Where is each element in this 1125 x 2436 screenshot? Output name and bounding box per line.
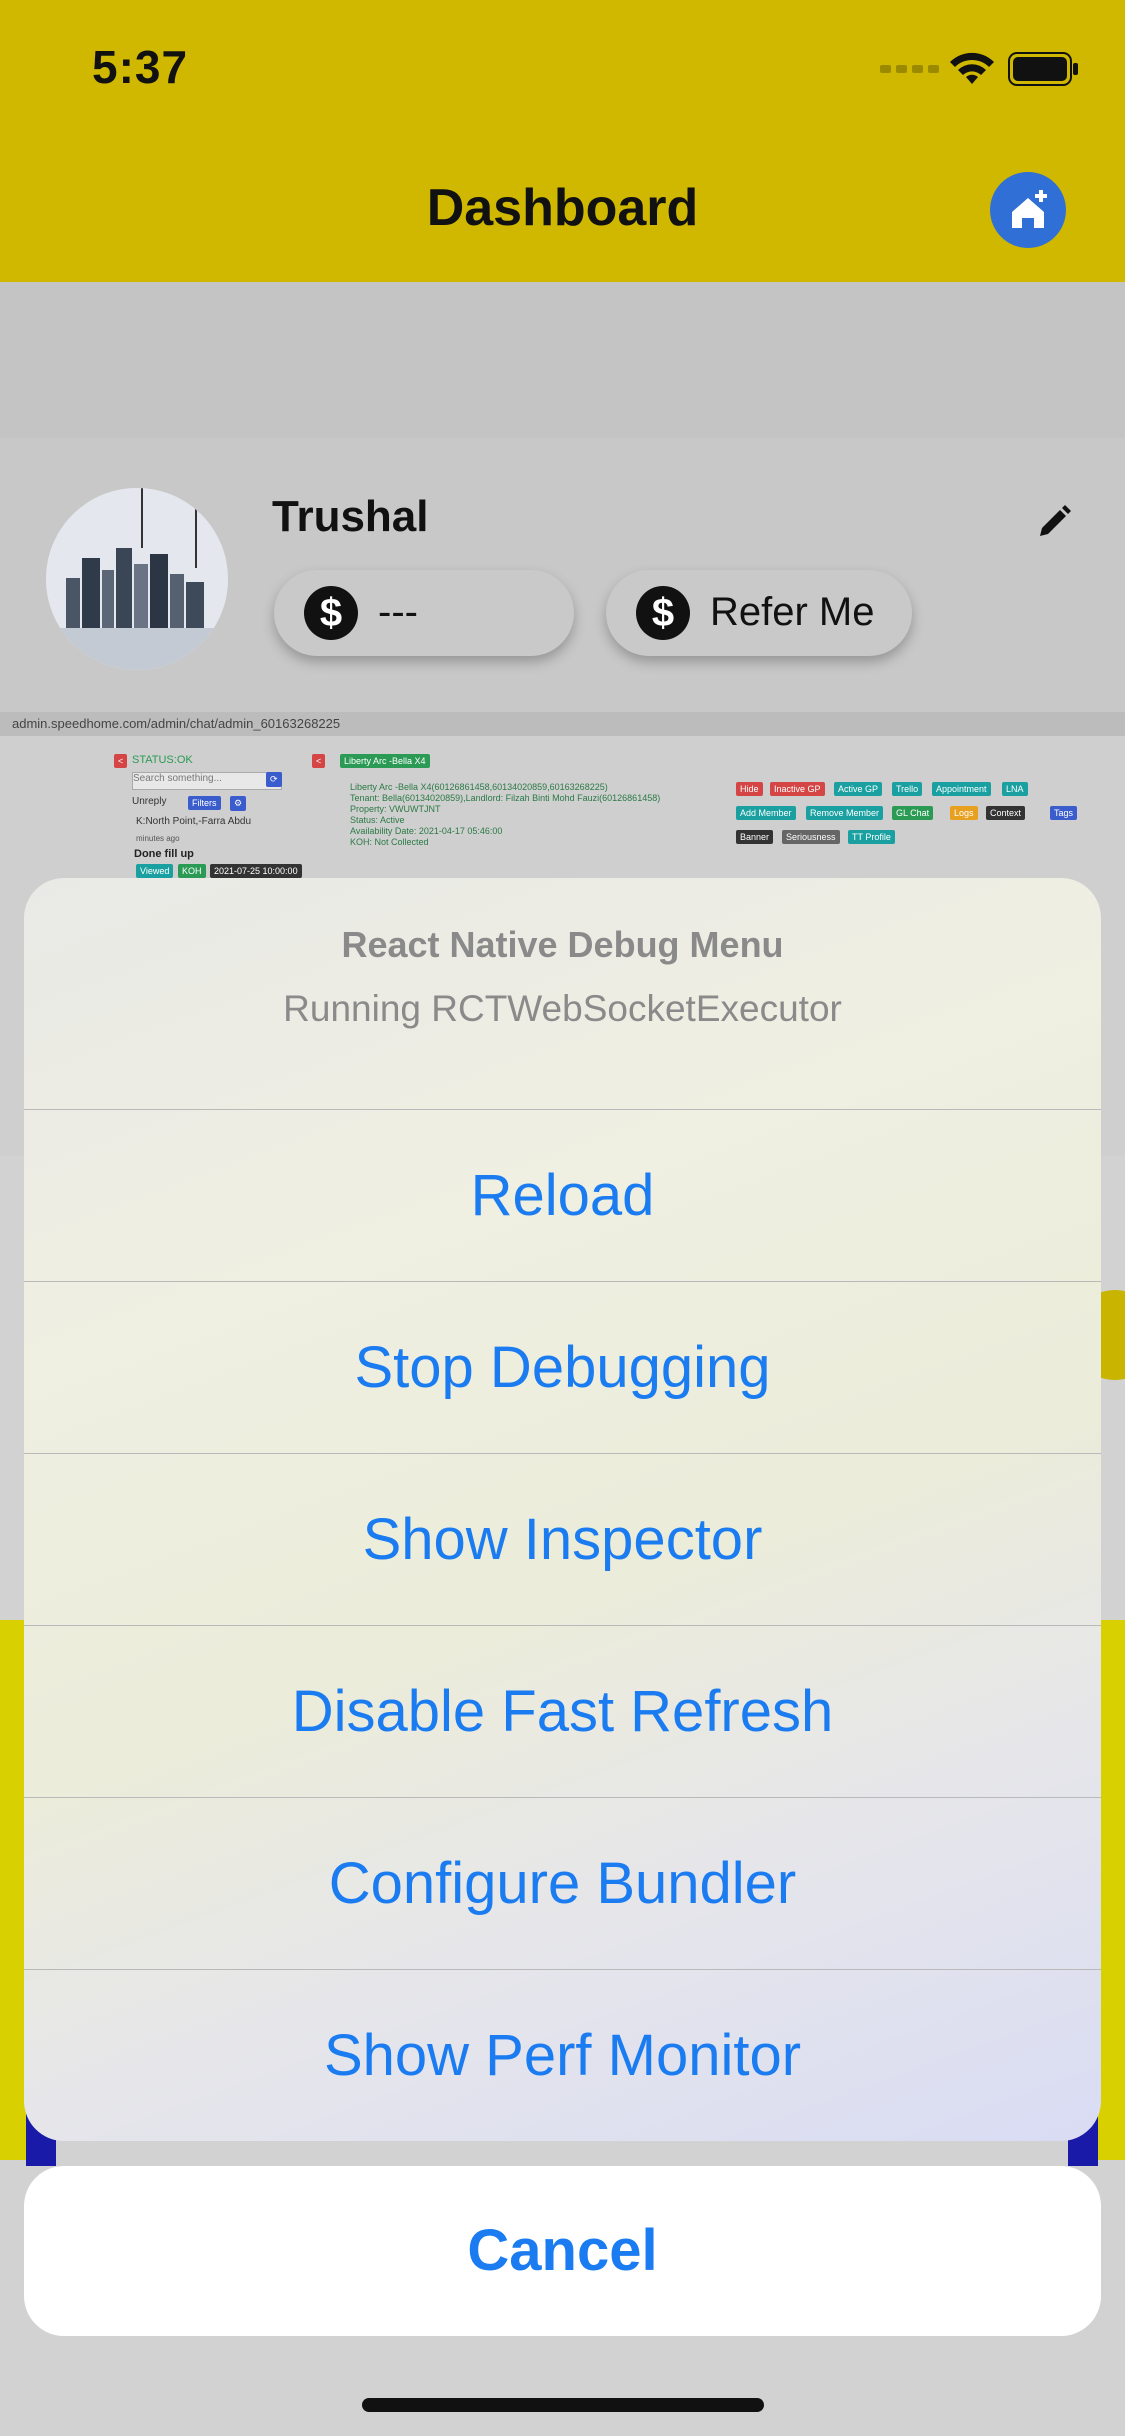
- configure-bundler-button[interactable]: Configure Bundler: [24, 1798, 1101, 1970]
- debug-menu-sheet: React Native Debug Menu Running RCTWebSo…: [24, 878, 1101, 2141]
- embedded-url-bar: admin.speedhome.com/admin/chat/admin_601…: [0, 712, 1125, 736]
- embedded-filters: Filters: [188, 796, 221, 810]
- embedded-action: Active GP: [834, 782, 883, 796]
- cancel-button[interactable]: Cancel: [24, 2166, 1101, 2336]
- embedded-search-icon: ⟳: [266, 772, 282, 787]
- reload-button[interactable]: Reload: [24, 1110, 1101, 1282]
- embedded-action: Inactive GP: [770, 782, 825, 796]
- embedded-details: Liberty Arc -Bella X4(60126861458,601340…: [350, 782, 661, 847]
- city-image: [46, 488, 228, 670]
- embedded-action: TT Profile: [848, 830, 895, 844]
- edit-icon[interactable]: [1034, 502, 1074, 542]
- banner-area: [0, 282, 1125, 438]
- embedded-action: GL Chat: [892, 806, 934, 820]
- signal-icon: [880, 65, 939, 73]
- embedded-action: Hide: [736, 782, 763, 796]
- embedded-badge: 2021-07-25 10:00:00: [210, 864, 302, 878]
- embedded-status: STATUS:OK: [132, 754, 193, 766]
- dollar-icon: $: [636, 586, 690, 640]
- disable-fast-refresh-button[interactable]: Disable Fast Refresh: [24, 1626, 1101, 1798]
- debug-menu-title: React Native Debug Menu: [341, 924, 784, 965]
- embedded-action: Add Member: [736, 806, 796, 820]
- stop-debugging-button[interactable]: Stop Debugging: [24, 1282, 1101, 1454]
- show-perf-monitor-button[interactable]: Show Perf Monitor: [24, 1970, 1101, 2141]
- debug-menu-subtitle: Running RCTWebSocketExecutor: [283, 988, 842, 1029]
- home-button[interactable]: [990, 172, 1066, 248]
- embedded-action: LNA: [1002, 782, 1028, 796]
- embedded-action: Banner: [736, 830, 774, 844]
- embedded-action: Context: [986, 806, 1026, 820]
- avatar[interactable]: [46, 488, 228, 670]
- back-icon: <: [312, 754, 326, 768]
- home-indicator[interactable]: [362, 2398, 764, 2412]
- embedded-settings-icon: ⚙: [230, 796, 247, 811]
- show-inspector-button[interactable]: Show Inspector: [24, 1454, 1101, 1626]
- page-title: Dashboard: [426, 179, 699, 237]
- embedded-action: Seriousness: [782, 830, 840, 844]
- embedded-action: Appointment: [932, 782, 991, 796]
- dollar-icon: $: [304, 586, 358, 640]
- balance-button[interactable]: $ ---: [274, 570, 574, 656]
- refer-me-label: Refer Me: [710, 590, 875, 634]
- status-time: 5:37: [92, 41, 189, 93]
- embedded-action: Trello: [892, 782, 923, 796]
- embedded-url: admin.speedhome.com/admin/chat/admin_601…: [12, 716, 341, 731]
- profile-name: Trushal: [272, 492, 429, 541]
- embedded-search: Search something...: [132, 772, 282, 790]
- debug-menu-header: React Native Debug Menu Running RCTWebSo…: [24, 878, 1101, 1110]
- embedded-chat-name: K:North Point,-Farra Abdu: [136, 816, 252, 827]
- battery-icon: [1008, 52, 1078, 86]
- wifi-icon: [950, 52, 994, 84]
- embedded-chat-msg: Done fill up: [134, 848, 194, 860]
- home-add-icon: [1012, 190, 1047, 228]
- refer-me-button[interactable]: $ Refer Me: [606, 570, 912, 656]
- embedded-action: Logs: [950, 806, 978, 820]
- embedded-action: Tags: [1050, 806, 1078, 820]
- embedded-badge: KOH: [178, 864, 206, 878]
- balance-label: ---: [378, 590, 418, 634]
- embedded-unreply: Unreply: [132, 796, 167, 807]
- embedded-action: Remove Member: [806, 806, 884, 820]
- back-icon: <: [114, 754, 128, 768]
- embedded-room-tag: Liberty Arc -Bella X4: [340, 754, 430, 768]
- embedded-badge: Viewed: [136, 864, 174, 878]
- embedded-chat-time: minutes ago: [136, 834, 180, 843]
